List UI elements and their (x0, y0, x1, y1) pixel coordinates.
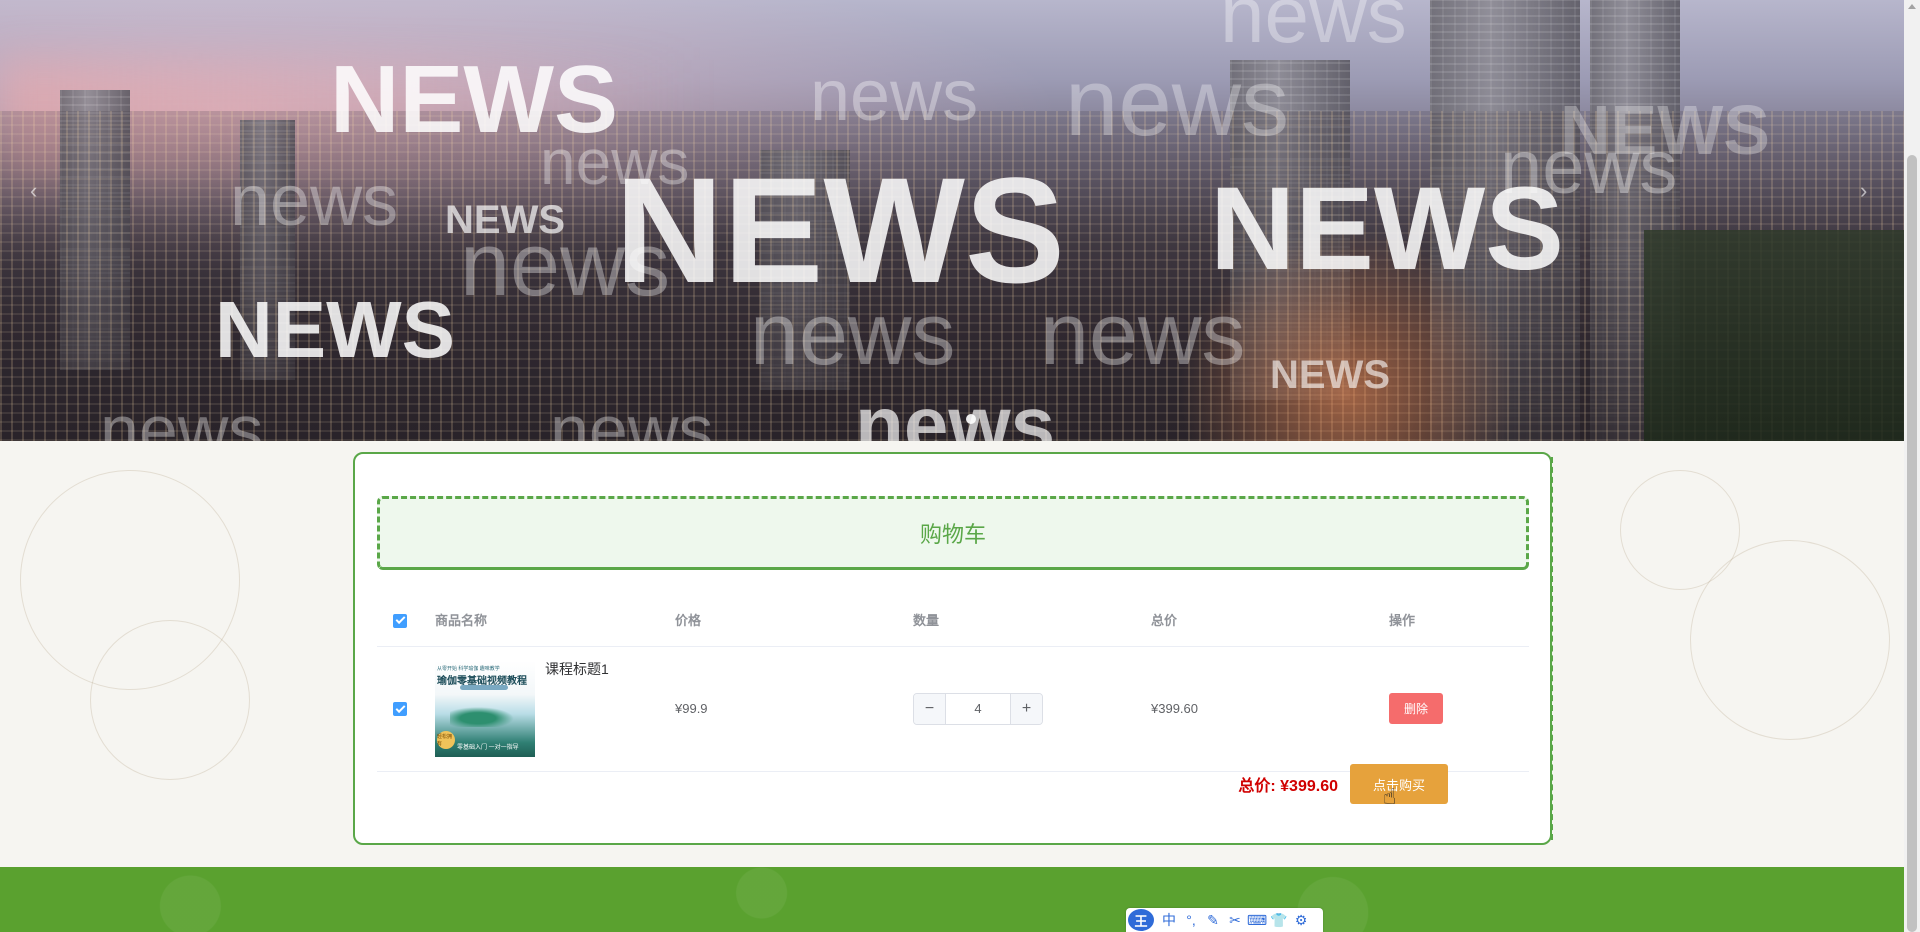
quantity-input[interactable] (946, 693, 1010, 724)
background-flower-decoration (1620, 470, 1740, 590)
banner-watermark: news (550, 391, 714, 441)
ime-logo-icon[interactable]: 王 (1128, 909, 1154, 931)
banner-watermark: news (1040, 284, 1246, 383)
column-header-price: 价格 (675, 594, 913, 647)
column-header-name: 商品名称 (435, 594, 675, 647)
product-cell: 从零开始 科学瑜伽 趣味教学 瑜伽零基础视频教程 轻松拥有 零基础入门 一对一指… (435, 659, 675, 757)
item-total-price: ¥399.60 (1151, 701, 1198, 716)
settings-icon[interactable]: ⚙ (1290, 909, 1312, 931)
banner-watermark: news (1500, 125, 1678, 210)
product-thumbnail[interactable]: 从零开始 科学瑜伽 趣味教学 瑜伽零基础视频教程 轻松拥有 零基础入门 一对一指… (435, 660, 535, 757)
cart-title: 购物车 (377, 496, 1529, 570)
table-row: 从零开始 科学瑜伽 趣味教学 瑜伽零基础视频教程 轻松拥有 零基础入门 一对一指… (377, 646, 1529, 772)
shopping-cart-panel: 购物车 商品名称 价格 数量 总价 操作 从零开始 科学瑜伽 趣味教学 瑜伽零基… (353, 452, 1553, 845)
product-name[interactable]: 课程标题1 (545, 659, 609, 679)
punctuation-icon[interactable]: °, (1180, 909, 1202, 931)
banner-slide-indicator[interactable] (966, 414, 976, 424)
cart-table-header: 商品名称 价格 数量 总价 操作 (377, 594, 1529, 647)
column-header-actions: 操作 (1389, 594, 1529, 647)
increase-quantity-button[interactable]: + (1010, 693, 1042, 724)
banner-next-arrow-icon[interactable]: › (1860, 178, 1867, 204)
buy-button[interactable]: 点击购买 (1350, 764, 1448, 804)
skin-icon[interactable]: 👕 (1268, 909, 1290, 931)
product-price: ¥99.9 (675, 701, 708, 716)
keyboard-icon[interactable]: ⌨ (1246, 909, 1268, 931)
select-all-checkbox[interactable] (393, 613, 407, 628)
scrollbar-thumb[interactable] (1907, 155, 1917, 932)
thumbnail-pill (460, 684, 508, 690)
decrease-quantity-button[interactable]: − (914, 693, 946, 724)
banner-watermark: news (540, 126, 690, 198)
cart-grand-total: 总价: ¥399.60 (1238, 778, 1338, 795)
item-checkbox[interactable] (393, 702, 407, 717)
background-flower-decoration (90, 620, 250, 780)
cart-summary: 总价: ¥399.60 点击购买 (1238, 764, 1448, 804)
banner-park (1644, 230, 1904, 441)
column-header-total: 总价 (1151, 594, 1389, 647)
ime-toolbar: 王 中 °, ✎ ✂ ⌨ 👕 ⚙ (1126, 908, 1323, 932)
column-header-quantity: 数量 (913, 594, 1151, 647)
banner-watermark: news (1065, 49, 1290, 156)
thumbnail-badge: 轻松拥有 (437, 730, 455, 749)
cart-table: 商品名称 价格 数量 总价 操作 从零开始 科学瑜伽 趣味教学 瑜伽零基础视频教… (377, 594, 1529, 772)
banner-prev-arrow-icon[interactable]: ‹ (30, 178, 37, 204)
page-scrollbar[interactable] (1904, 0, 1920, 932)
banner-watermark: news (230, 161, 399, 241)
news-banner[interactable]: NEWS NEWS NEWS NEWS NEWS NEWS NEWS news … (0, 0, 1904, 441)
banner-watermark: news (1220, 0, 1407, 59)
thumbnail-yoga-figure (450, 704, 520, 727)
scroll-up-arrow-icon[interactable] (1908, 4, 1916, 9)
banner-watermark: NEWS (215, 285, 455, 374)
hand-cursor-icon: ☝ (1383, 784, 1397, 809)
banner-watermark: news (855, 380, 1056, 442)
banner-watermark: news (100, 391, 264, 441)
ime-mode-toggle[interactable]: 中 (1158, 909, 1180, 931)
banner-watermark: news (460, 215, 671, 315)
quantity-stepper: − + (913, 692, 1043, 725)
thumbnail-footer-text: 零基础入门 一对一指导 (457, 744, 519, 751)
page-footer (0, 867, 1904, 932)
banner-watermark: NEWS (1270, 353, 1390, 397)
thumbnail-header-text: 从零开始 科学瑜伽 趣味教学 (437, 665, 500, 672)
banner-watermark: news (750, 284, 956, 383)
banner-watermark: news (810, 56, 979, 136)
scissors-icon[interactable]: ✂ (1224, 909, 1246, 931)
delete-button[interactable]: 删除 (1389, 693, 1444, 724)
pen-icon[interactable]: ✎ (1202, 909, 1224, 931)
